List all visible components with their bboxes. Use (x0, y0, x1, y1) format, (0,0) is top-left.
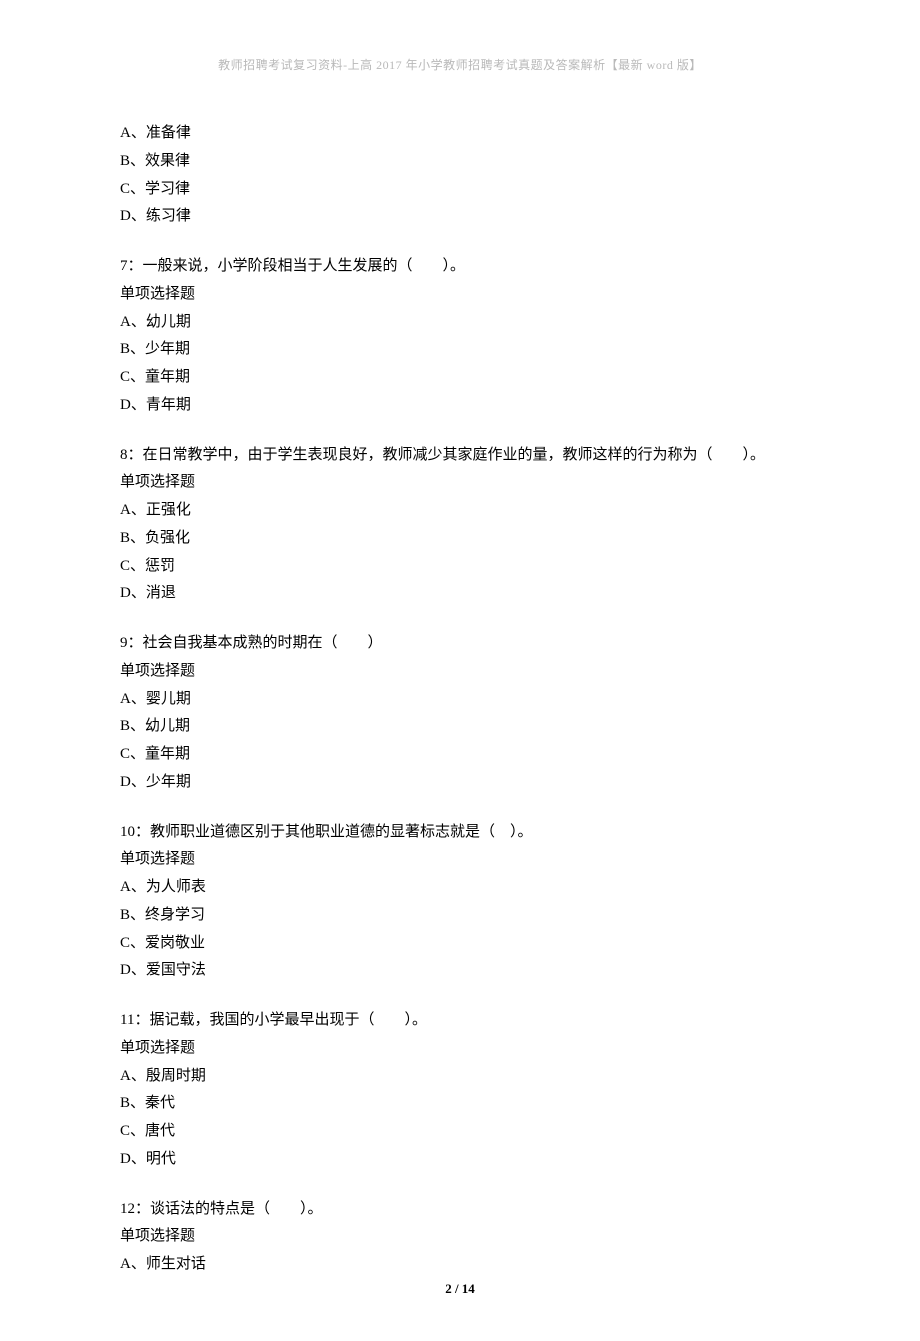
option: A、婴儿期 (120, 686, 800, 714)
question-type: 单项选择题 (120, 281, 800, 309)
question-type: 单项选择题 (120, 658, 800, 686)
question-11: 11：据记载，我国的小学最早出现于（ ）。 单项选择题 A、殷周时期 B、秦代 … (120, 1007, 800, 1174)
question-type: 单项选择题 (120, 846, 800, 874)
question-9: 9：社会自我基本成熟的时期在（ ） 单项选择题 A、婴儿期 B、幼儿期 C、童年… (120, 630, 800, 797)
option: C、童年期 (120, 364, 800, 392)
page-header: 教师招聘考试复习资料-上高 2017 年小学教师招聘考试真题及答案解析【最新 w… (120, 54, 800, 76)
question-10: 10：教师职业道德区别于其他职业道德的显著标志就是（ ）。 单项选择题 A、为人… (120, 819, 800, 986)
question-7: 7：一般来说，小学阶段相当于人生发展的（ ）。 单项选择题 A、幼儿期 B、少年… (120, 253, 800, 420)
option: C、童年期 (120, 741, 800, 769)
option: D、消退 (120, 580, 800, 608)
option: A、师生对话 (120, 1251, 800, 1279)
option: B、负强化 (120, 525, 800, 553)
question-stem: 12：谈话法的特点是（ ）。 (120, 1196, 800, 1224)
question-type: 单项选择题 (120, 1223, 800, 1251)
question-type: 单项选择题 (120, 469, 800, 497)
option: D、少年期 (120, 769, 800, 797)
option: C、唐代 (120, 1118, 800, 1146)
question-stem: 7：一般来说，小学阶段相当于人生发展的（ ）。 (120, 253, 800, 281)
question-stem: 10：教师职业道德区别于其他职业道德的显著标志就是（ ）。 (120, 819, 800, 847)
question-12: 12：谈话法的特点是（ ）。 单项选择题 A、师生对话 (120, 1196, 800, 1279)
option: D、明代 (120, 1146, 800, 1174)
option: C、爱岗敬业 (120, 930, 800, 958)
option: A、为人师表 (120, 874, 800, 902)
question-stem: 9：社会自我基本成熟的时期在（ ） (120, 630, 800, 658)
option: A、正强化 (120, 497, 800, 525)
question-stem: 8：在日常教学中，由于学生表现良好，教师减少其家庭作业的量，教师这样的行为称为（… (120, 442, 800, 470)
document-page: 教师招聘考试复习资料-上高 2017 年小学教师招聘考试真题及答案解析【最新 w… (0, 0, 920, 1341)
option: C、惩罚 (120, 553, 800, 581)
option: B、效果律 (120, 148, 800, 176)
option: B、秦代 (120, 1090, 800, 1118)
option: D、青年期 (120, 392, 800, 420)
option: B、幼儿期 (120, 713, 800, 741)
question-stem: 11：据记载，我国的小学最早出现于（ ）。 (120, 1007, 800, 1035)
option: A、殷周时期 (120, 1063, 800, 1091)
option: D、练习律 (120, 203, 800, 231)
page-number: 2 / 14 (0, 1277, 920, 1301)
option: A、幼儿期 (120, 309, 800, 337)
option: A、准备律 (120, 120, 800, 148)
question-6-options: A、准备律 B、效果律 C、学习律 D、练习律 (120, 120, 800, 231)
question-8: 8：在日常教学中，由于学生表现良好，教师减少其家庭作业的量，教师这样的行为称为（… (120, 442, 800, 609)
option: B、终身学习 (120, 902, 800, 930)
option: B、少年期 (120, 336, 800, 364)
option: C、学习律 (120, 176, 800, 204)
question-type: 单项选择题 (120, 1035, 800, 1063)
option: D、爱国守法 (120, 957, 800, 985)
